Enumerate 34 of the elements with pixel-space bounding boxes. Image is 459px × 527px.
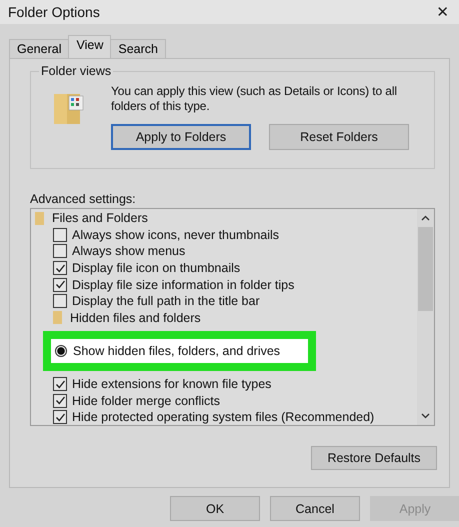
- dialog-button[interactable]: OK: [170, 496, 260, 521]
- checkbox-option[interactable]: Always show menus: [53, 244, 186, 258]
- checkbox-option[interactable]: Display the full path in the title bar: [53, 294, 260, 308]
- checkbox-option[interactable]: Hide folder merge conflicts: [53, 394, 220, 408]
- window-title: Folder Options: [8, 4, 100, 20]
- folder-icon: [35, 212, 44, 225]
- radio-option[interactable]: Show hidden files, folders, and drives: [55, 344, 280, 358]
- dialog-button[interactable]: Cancel: [270, 496, 360, 521]
- checkmark-icon: [54, 262, 66, 274]
- restore-defaults-button[interactable]: Restore Defaults: [311, 446, 437, 470]
- category-label: Files and Folders: [52, 211, 148, 226]
- checkbox-option[interactable]: Hide extensions for known file types: [53, 377, 272, 392]
- checkmark-icon: [54, 279, 66, 290]
- folder-icon: [53, 311, 62, 324]
- checkbox-option[interactable]: Hide protected operating system files (Recommended): [53, 410, 374, 424]
- category-label: Hidden files and folders: [70, 310, 201, 325]
- checkbox-option[interactable]: Always show icons, never thumbnails: [53, 228, 280, 242]
- push-button[interactable]: Apply to Folders: [111, 124, 251, 150]
- group-title: Folder views: [39, 64, 114, 78]
- push-button[interactable]: Reset Folders: [269, 124, 409, 150]
- checkmark-icon: [54, 395, 66, 406]
- tab[interactable]: General: [9, 39, 70, 58]
- scroll-up-icon[interactable]: [421, 215, 430, 221]
- section-label: Advanced settings:: [30, 192, 137, 206]
- checkmark-icon: [54, 412, 66, 423]
- scroll-down-icon[interactable]: [421, 413, 430, 419]
- scrollbar-thumb[interactable]: [418, 227, 433, 311]
- checkbox-option[interactable]: Display file icon on thumbnails: [53, 261, 240, 276]
- checkbox-option[interactable]: Display file size information in folder tips: [53, 278, 294, 292]
- tab[interactable]: Search: [110, 39, 166, 58]
- tab[interactable]: View: [68, 35, 112, 58]
- checkmark-icon: [54, 378, 66, 390]
- close-button[interactable]: ✕: [432, 3, 453, 21]
- description-text: You can apply this view (such as Details or Icons) to all folders of this type.: [111, 84, 398, 114]
